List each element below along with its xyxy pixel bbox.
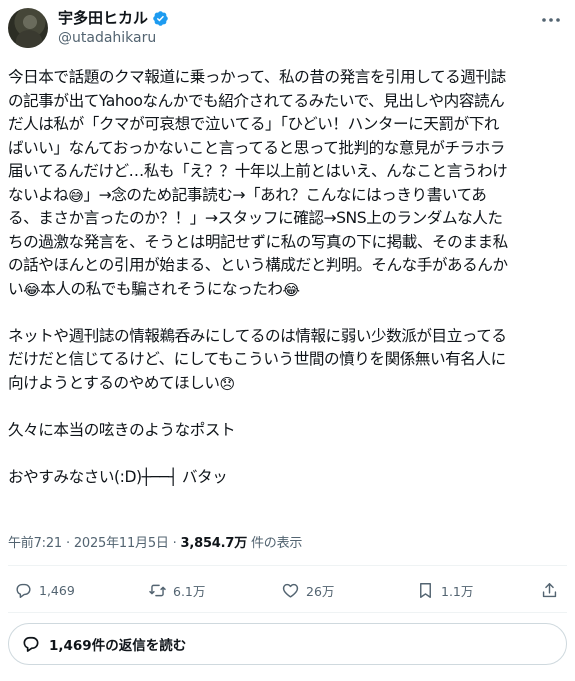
post-text: 今日本で話題のクマ報道に乗っかって、私の昔の発言を引用してる週刊誌 の記事が出て… xyxy=(8,66,570,489)
text-line: の話やほんとの引用が始まる、という構成だと判明。そんな手があるんか xyxy=(8,256,508,274)
text-segment: 」→念のため記事読む→「あれ？こんなにはっきり書いてあ xyxy=(83,185,487,204)
text-line: 久々に本当の呟きのようなポスト xyxy=(8,420,236,439)
author-name-row: 宇多田ヒカル xyxy=(58,9,169,27)
text-line: る、まさか言ったのか？！」→スタッフに確認→SNS上のランダムな人た xyxy=(8,209,503,227)
joy-emoji-icon: 😂 xyxy=(23,280,41,299)
text-line: ちの過激な発言を、そうとは明記せずに私の写真の下に掲載、そのまま私 xyxy=(8,232,508,251)
like-count: 26万 xyxy=(306,584,335,599)
post-header: 宇多田ヒカル @utadahikaru xyxy=(8,8,567,52)
avatar[interactable] xyxy=(8,8,48,48)
paragraph-3: 久々に本当の呟きのようなポスト xyxy=(8,419,570,443)
repost-button[interactable]: 6.1万 xyxy=(148,581,205,600)
share-icon xyxy=(542,583,557,598)
paragraph-2: ネットや週刊誌の情報鵜呑みにしてるのは情報に弱い少数派が目立ってる だけだと信じ… xyxy=(8,325,570,396)
post: 宇多田ヒカル @utadahikaru 今日本で話題のクマ報道に乗っかって、私の… xyxy=(0,0,575,681)
reply-bubble-icon xyxy=(23,636,39,652)
text-segment: い xyxy=(8,279,24,298)
view-count: 3,854.7万 xyxy=(180,536,248,551)
reply-count: 1,469 xyxy=(39,583,75,598)
text-segment: 向けようとするのやめてほしい xyxy=(8,373,220,392)
read-replies-label: 1,469件の返信を読む xyxy=(49,638,187,654)
meta-separator: · xyxy=(65,536,74,551)
text-line-with-emoji: 向けようとするのやめてほしい😞 xyxy=(8,372,570,396)
text-line-with-emoji: い😂本人の私でも騙されそうになったわ😂 xyxy=(8,278,570,302)
share-button[interactable] xyxy=(540,581,559,600)
view-count-label: 件の表示 xyxy=(250,536,303,551)
text-line: だけだと信じてるけど、にしてもこういう世間の憤りを関係無い有名人に xyxy=(8,350,506,368)
display-name[interactable]: 宇多田ヒカル xyxy=(58,9,148,27)
text-line: の記事が出てYahooなんかでも紹介されてるみたいで、見出しや内容読ん xyxy=(8,91,505,110)
repost-count: 6.1万 xyxy=(173,584,206,599)
text-line: ばいい」なんておっかないこと言ってると思って批判的な意見がチラホラ xyxy=(8,138,505,157)
post-meta: 午前7:21 · 2025年11月5日 · 3,854.7万 件の表示 xyxy=(8,532,302,551)
paragraph-4: おやすみなさい(:D)┼──┤ バタッ xyxy=(8,466,570,490)
action-bar: 1,469 6.1万 26万 1.1万 xyxy=(8,577,567,607)
bookmark-icon xyxy=(420,583,431,598)
text-segment: 本人の私でも騙されそうになったわ xyxy=(40,279,283,298)
like-button[interactable]: 26万 xyxy=(281,581,334,600)
divider xyxy=(8,565,567,566)
post-date[interactable]: 2025年11月5日 xyxy=(74,536,169,551)
text-line-with-emoji: ないよね😅」→念のため記事読む→「あれ？こんなにはっきり書いてあ xyxy=(8,184,570,208)
divider xyxy=(8,612,567,613)
text-line: ネットや週刊誌の情報鵜呑みにしてるのは情報に弱い少数派が目立ってる xyxy=(8,326,507,345)
heart-icon xyxy=(282,583,299,598)
reply-icon xyxy=(16,583,31,598)
paragraph-1: 今日本で話題のクマ報道に乗っかって、私の昔の発言を引用してる週刊誌 の記事が出て… xyxy=(8,66,570,301)
post-time[interactable]: 午前7:21 xyxy=(8,536,62,551)
reply-button[interactable]: 1,469 xyxy=(14,581,75,600)
text-segment: ないよね xyxy=(8,185,69,204)
verified-badge-icon xyxy=(153,10,168,26)
meta-separator: · xyxy=(172,536,181,551)
repost-icon xyxy=(149,584,166,597)
bookmark-button[interactable]: 1.1万 xyxy=(416,581,473,600)
author-handle[interactable]: @utadahikaru xyxy=(58,30,156,46)
more-options-icon[interactable] xyxy=(539,12,563,28)
text-line: 今日本で話題のクマ報道に乗っかって、私の昔の発言を引用してる週刊誌 xyxy=(8,68,506,86)
text-line: おやすみなさい(:D)┼──┤ バタッ xyxy=(8,467,228,486)
text-line: だ人は私が「クマが可哀想で泣いてる」「ひどい！ハンターに天罰が下れ xyxy=(8,115,500,133)
text-line: 届いてるんだけど…私も「え？？十年以上前とはいえ、んなこと言うわけ xyxy=(8,162,508,180)
joy-emoji-icon: 😂 xyxy=(282,280,301,299)
read-replies-button[interactable]: 1,469件の返信を読む xyxy=(8,623,567,665)
bookmark-count: 1.1万 xyxy=(441,584,474,599)
disappointed-emoji-icon: 😞 xyxy=(219,374,236,393)
sweat-smile-emoji-icon: 😅 xyxy=(68,186,84,205)
